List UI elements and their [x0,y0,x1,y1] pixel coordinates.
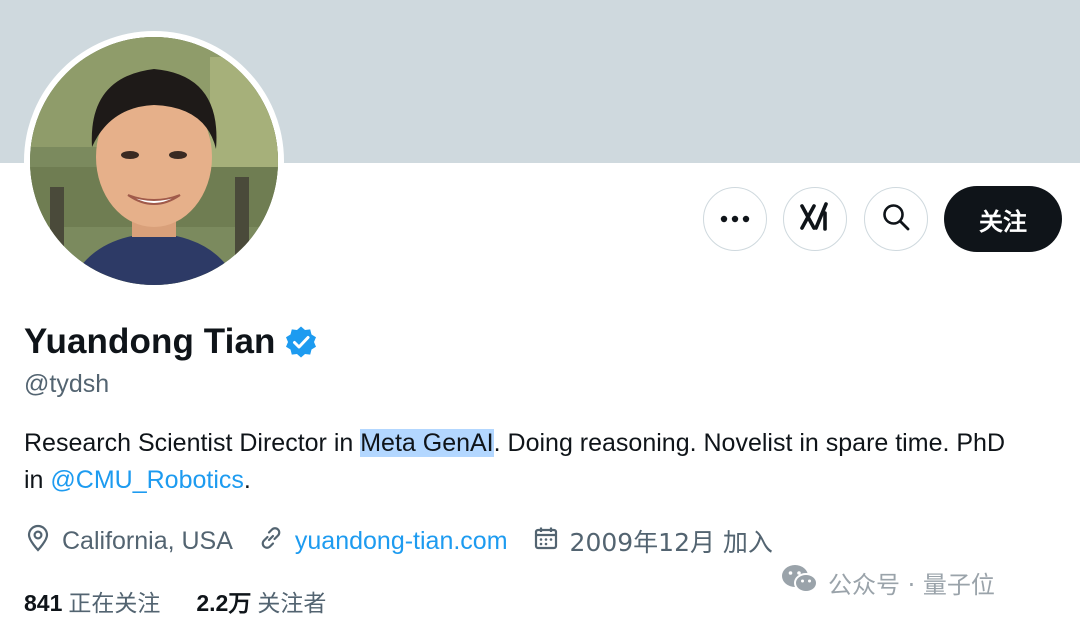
bio-text-before: Research Scientist Director in [24,429,361,457]
bio-text-after: . [243,466,251,494]
watermark: 公众号 · 量子位 [780,562,995,602]
following-label: 正在关注 [68,591,161,617]
grok-icon [799,201,831,238]
name-row: Yuandong Tian [24,318,318,366]
follow-button[interactable]: 关注 [944,186,1062,252]
following-stat[interactable]: 841 正在关注 [24,584,160,618]
more-icon [720,210,750,228]
join-date: 2009年12月 加入 [532,523,773,559]
search-icon [881,202,911,237]
bio-highlight: Meta GenAI [360,429,494,457]
more-button[interactable] [703,187,767,251]
website-link[interactable]: yuandong-tian.com [295,527,508,556]
verified-badge-icon[interactable] [284,325,318,359]
bio: Research Scientist Director in Meta GenA… [24,425,1024,499]
followers-count: 2.2万 [196,590,252,616]
avatar-photo [30,37,278,285]
followers-stat[interactable]: 2.2万 关注者 [196,584,326,618]
location-text: California, USA [62,526,233,555]
website[interactable]: yuandong-tian.com [257,524,508,559]
following-count: 841 [24,590,63,616]
join-date-text: 2009年12月 加入 [569,528,773,557]
wechat-icon [780,562,828,602]
avatar[interactable] [24,31,284,291]
search-button[interactable] [864,187,928,251]
link-icon [257,524,295,559]
location-icon [24,524,62,559]
handle: @tydsh [24,370,110,398]
follow-stats: 841 正在关注 2.2万 关注者 [24,583,362,619]
display-name: Yuandong Tian [24,322,276,361]
profile-meta: California, USA yuandong-tian.com 2009年1… [24,522,797,560]
grok-button[interactable] [783,187,847,251]
calendar-icon [532,524,570,559]
location: California, USA [24,524,233,559]
bio-mention-link[interactable]: @CMU_Robotics [50,466,243,494]
watermark-text: 公众号 · 量子位 [828,570,995,599]
followers-label: 关注者 [257,591,327,617]
